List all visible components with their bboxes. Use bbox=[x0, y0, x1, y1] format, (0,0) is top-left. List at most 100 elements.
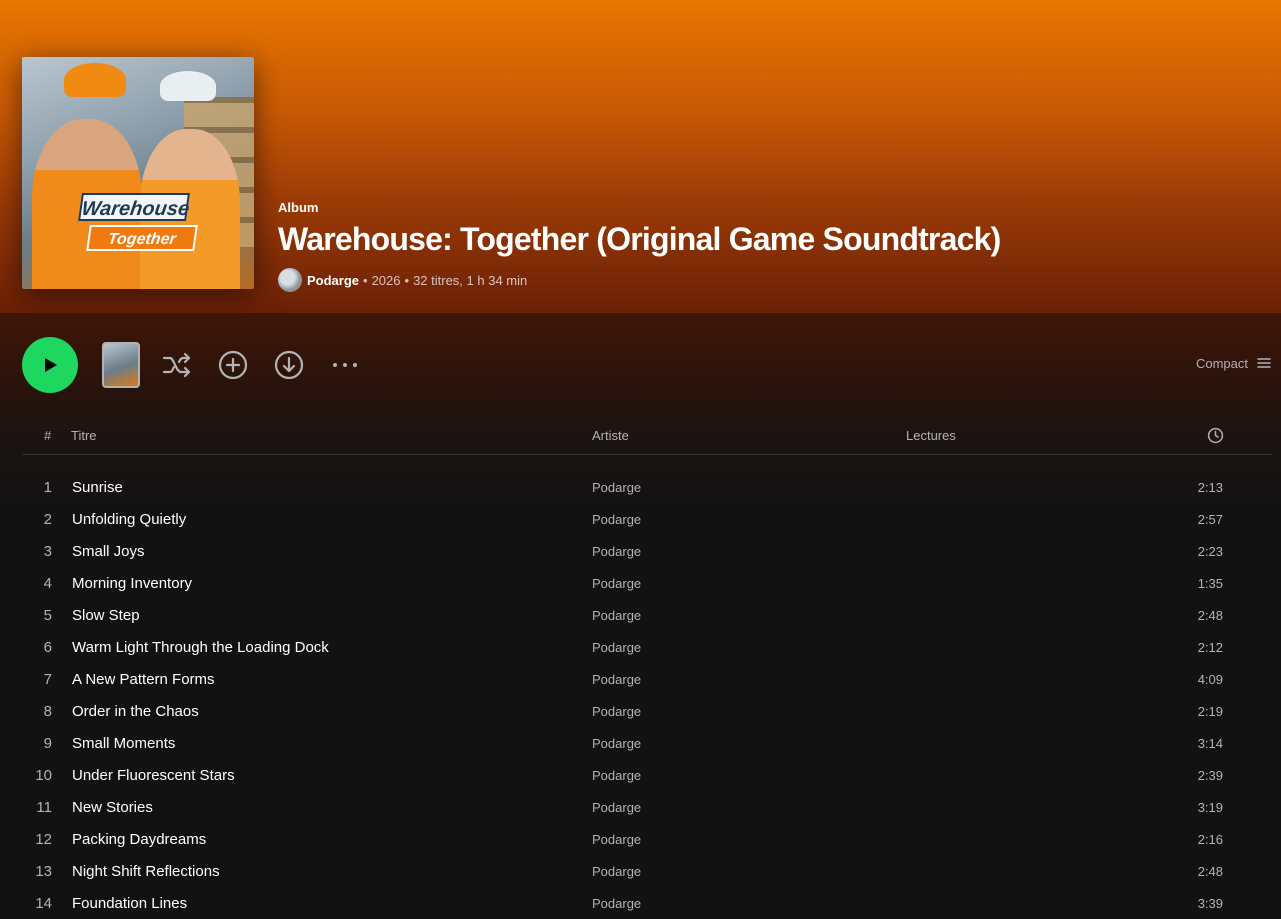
track-row[interactable]: 3 Small Joys Podarge 2:23 bbox=[22, 536, 1272, 568]
track-duration: 2:39 bbox=[1197, 768, 1223, 783]
clock-icon bbox=[1207, 427, 1224, 444]
more-horizontal-icon bbox=[333, 363, 357, 367]
track-artist[interactable]: Podarge bbox=[592, 672, 641, 687]
tracklist-header: # Titre Artiste Lectures bbox=[22, 425, 1272, 455]
track-duration: 2:48 bbox=[1197, 608, 1223, 623]
track-title[interactable]: Warm Light Through the Loading Dock bbox=[72, 639, 329, 656]
album-summary: 32 titres, 1 h 34 min bbox=[413, 272, 528, 288]
track-number: 13 bbox=[35, 863, 52, 880]
track-number: 2 bbox=[43, 511, 52, 528]
track-row[interactable]: 12 Packing Daydreams Podarge 2:16 bbox=[22, 824, 1272, 856]
track-number: 5 bbox=[43, 607, 52, 624]
track-duration: 2:19 bbox=[1197, 704, 1223, 719]
header-plays[interactable]: Lectures bbox=[906, 428, 956, 443]
track-title[interactable]: A New Pattern Forms bbox=[72, 671, 215, 688]
album-title: Warehouse: Together (Original Game Sound… bbox=[278, 221, 1001, 257]
track-number: 10 bbox=[35, 767, 52, 784]
track-row[interactable]: 8 Order in the Chaos Podarge 2:19 bbox=[22, 696, 1272, 728]
track-row[interactable]: 11 New Stories Podarge 3:19 bbox=[22, 792, 1272, 824]
track-row[interactable]: 13 Night Shift Reflections Podarge 2:48 bbox=[22, 856, 1272, 888]
track-artist[interactable]: Podarge bbox=[592, 896, 641, 911]
track-row[interactable]: 2 Unfolding Quietly Podarge 2:57 bbox=[22, 504, 1272, 536]
view-mode-toggle[interactable]: Compact bbox=[1196, 355, 1272, 371]
separator-dot: • bbox=[404, 272, 410, 288]
track-duration: 2:23 bbox=[1197, 544, 1223, 559]
track-artist[interactable]: Podarge bbox=[592, 832, 641, 847]
artist-avatar[interactable] bbox=[278, 268, 302, 292]
track-artist[interactable]: Podarge bbox=[592, 608, 641, 623]
track-artist[interactable]: Podarge bbox=[592, 512, 641, 527]
track-artist[interactable]: Podarge bbox=[592, 704, 641, 719]
track-title[interactable]: Foundation Lines bbox=[72, 895, 187, 912]
track-title[interactable]: Order in the Chaos bbox=[72, 703, 199, 720]
album-header: Warehouse Together Album Warehouse: Toge… bbox=[0, 0, 1281, 313]
track-number: 11 bbox=[36, 799, 52, 816]
track-title[interactable]: Morning Inventory bbox=[72, 575, 192, 592]
track-artist[interactable]: Podarge bbox=[592, 544, 641, 559]
view-mode-label: Compact bbox=[1195, 355, 1248, 371]
track-artist[interactable]: Podarge bbox=[592, 800, 641, 815]
track-number: 12 bbox=[35, 831, 52, 848]
track-duration: 3:19 bbox=[1197, 800, 1223, 815]
track-artist[interactable]: Podarge bbox=[592, 576, 641, 591]
list-icon bbox=[1257, 358, 1271, 368]
cover-logo-warehouse: Warehouse bbox=[78, 193, 191, 221]
separator-dot: • bbox=[363, 272, 368, 288]
track-duration: 1:35 bbox=[1197, 576, 1223, 591]
album-year: 2026 bbox=[371, 272, 401, 288]
track-row[interactable]: 5 Slow Step Podarge 2:48 bbox=[22, 600, 1272, 632]
cover-helmet-white bbox=[160, 71, 216, 101]
track-row[interactable]: 14 Foundation Lines Podarge 3:39 bbox=[22, 888, 1272, 919]
track-artist[interactable]: Podarge bbox=[592, 864, 641, 879]
play-icon bbox=[45, 358, 57, 372]
add-circle-icon bbox=[218, 350, 248, 380]
track-duration: 2:13 bbox=[1197, 480, 1223, 495]
track-duration: 2:57 bbox=[1197, 512, 1223, 527]
track-title[interactable]: Slow Step bbox=[72, 607, 140, 624]
album-info: Podarge • 2026 • 32 titres, 1 h 34 min bbox=[278, 268, 1000, 292]
track-row[interactable]: 6 Warm Light Through the Loading Dock Po… bbox=[22, 632, 1272, 664]
shuffle-icon bbox=[162, 352, 191, 378]
track-artist[interactable]: Podarge bbox=[592, 640, 641, 655]
add-to-library-button[interactable] bbox=[214, 346, 252, 384]
album-preview-thumbnail[interactable] bbox=[102, 342, 140, 388]
track-title[interactable]: Sunrise bbox=[72, 479, 123, 496]
track-title[interactable]: Night Shift Reflections bbox=[72, 863, 220, 880]
track-title[interactable]: Under Fluorescent Stars bbox=[72, 767, 235, 784]
track-duration: 3:14 bbox=[1197, 736, 1223, 751]
track-title[interactable]: Small Moments bbox=[72, 735, 175, 752]
track-row[interactable]: 1 Sunrise Podarge 2:13 bbox=[22, 472, 1272, 504]
track-artist[interactable]: Podarge bbox=[592, 480, 641, 495]
album-meta: Album Warehouse: Together (Original Game… bbox=[278, 200, 1001, 292]
more-options-button[interactable] bbox=[326, 346, 364, 384]
track-title[interactable]: Unfolding Quietly bbox=[72, 511, 186, 528]
download-button[interactable] bbox=[270, 346, 308, 384]
track-title[interactable]: Packing Daydreams bbox=[72, 831, 206, 848]
track-number: 8 bbox=[43, 703, 52, 720]
track-number: 6 bbox=[43, 639, 52, 656]
track-row[interactable]: 4 Morning Inventory Podarge 1:35 bbox=[22, 568, 1272, 600]
track-number: 1 bbox=[43, 479, 52, 496]
track-row[interactable]: 9 Small Moments Podarge 3:14 bbox=[22, 728, 1272, 760]
shuffle-button[interactable] bbox=[158, 346, 196, 384]
track-row[interactable]: 7 A New Pattern Forms Podarge 4:09 bbox=[22, 664, 1272, 696]
album-cover[interactable]: Warehouse Together bbox=[22, 57, 254, 289]
track-row[interactable]: 10 Under Fluorescent Stars Podarge 2:39 bbox=[22, 760, 1272, 792]
track-duration: 3:39 bbox=[1197, 896, 1223, 911]
track-artist[interactable]: Podarge bbox=[592, 768, 641, 783]
tracklist: 1 Sunrise Podarge 2:13 2 Unfolding Quiet… bbox=[22, 472, 1272, 919]
track-title[interactable]: New Stories bbox=[72, 799, 153, 816]
track-artist[interactable]: Podarge bbox=[592, 736, 641, 751]
track-duration: 2:12 bbox=[1197, 640, 1223, 655]
cover-helmet-orange bbox=[64, 63, 126, 97]
track-duration: 2:16 bbox=[1197, 832, 1223, 847]
header-artist[interactable]: Artiste bbox=[592, 428, 629, 443]
header-title[interactable]: Titre bbox=[71, 428, 97, 443]
play-button[interactable] bbox=[22, 337, 78, 393]
track-title[interactable]: Small Joys bbox=[72, 543, 145, 560]
header-duration[interactable] bbox=[1207, 427, 1224, 447]
track-number: 4 bbox=[43, 575, 52, 592]
track-number: 3 bbox=[43, 543, 52, 560]
track-number: 9 bbox=[43, 735, 52, 752]
artist-link[interactable]: Podarge bbox=[307, 273, 359, 288]
